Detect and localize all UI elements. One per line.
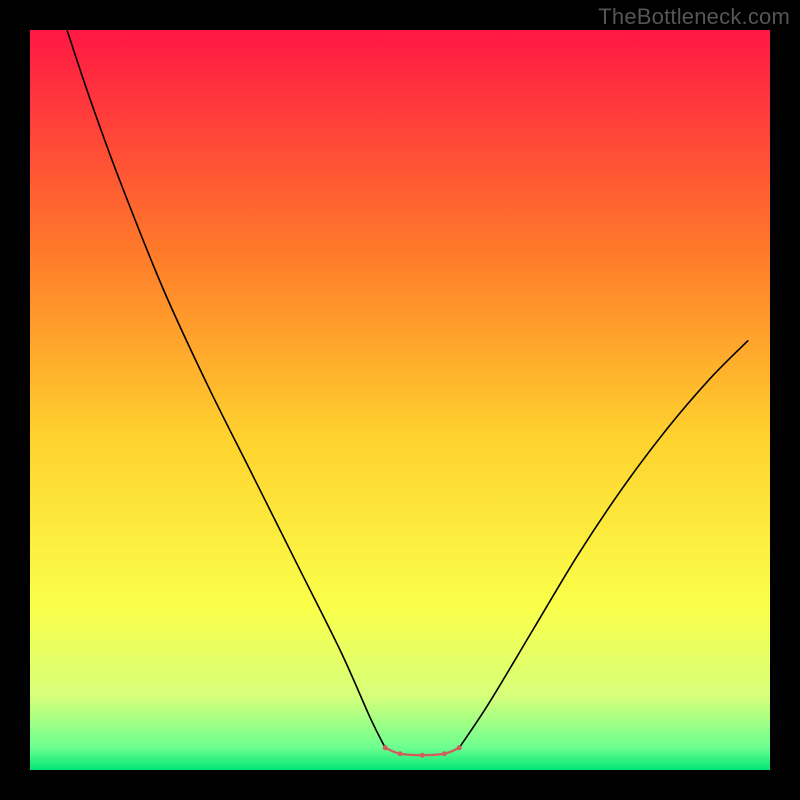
bottom-marker bbox=[442, 751, 447, 756]
bottom-marker bbox=[383, 745, 388, 750]
bottom-marker bbox=[457, 745, 462, 750]
bottom-marker bbox=[398, 751, 403, 756]
watermark-text: TheBottleneck.com bbox=[598, 4, 790, 30]
chart-container: TheBottleneck.com bbox=[0, 0, 800, 800]
bottom-marker bbox=[420, 753, 425, 758]
bottleneck-chart bbox=[0, 0, 800, 800]
plot-background bbox=[30, 30, 770, 770]
